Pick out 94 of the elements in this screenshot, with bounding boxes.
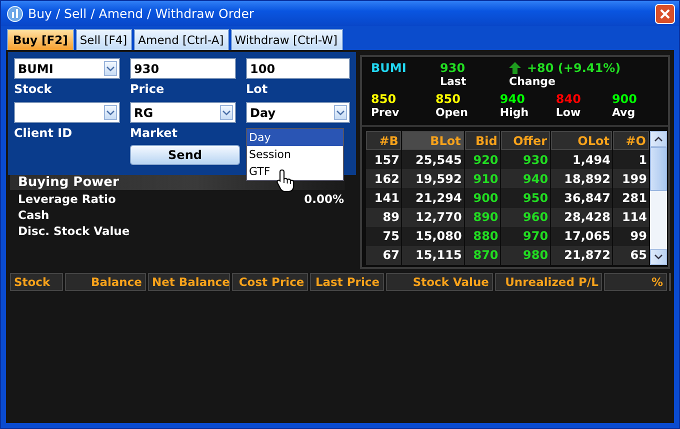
tab[interactable]: Withdraw [Ctrl-W] — [230, 29, 342, 50]
field-label: Price — [130, 82, 166, 97]
column-header: Stock — [10, 273, 63, 291]
table-cell: 880 — [464, 226, 500, 246]
scroll-down-icon[interactable] — [650, 249, 667, 265]
row-label: Disc. Stock Value — [18, 224, 130, 240]
column-header: #B — [366, 131, 402, 150]
table-cell: 281 — [613, 188, 649, 208]
dropdown-field[interactable] — [14, 102, 120, 123]
table-cell: 1,494 — [551, 150, 612, 170]
table-cell: 19,592 — [402, 169, 464, 188]
quote-label: Prev — [371, 106, 400, 119]
column-header: Balance — [64, 273, 146, 291]
table-cell: 960 — [501, 208, 550, 227]
table-cell: 199 — [613, 169, 649, 188]
stock-symbol: BUMI — [371, 61, 408, 75]
table-cell: 21,294 — [402, 188, 464, 208]
send-button[interactable]: Send — [130, 145, 240, 165]
dropdown-option[interactable]: Session — [247, 146, 343, 163]
row-label: Cash — [18, 208, 50, 224]
dropdown-field[interactable]: Day — [246, 102, 350, 123]
table-cell: 890 — [464, 208, 500, 227]
table-cell: 950 — [501, 188, 550, 208]
table-cell: 1 — [613, 150, 649, 170]
input-field[interactable]: 100 — [246, 58, 350, 79]
quote-label: Change — [509, 75, 556, 88]
table-cell: 930 — [501, 150, 550, 170]
quote-value: 850 — [371, 92, 398, 106]
field-label: Client ID — [14, 126, 74, 141]
quote-value: 930 — [440, 61, 466, 75]
table-cell: 980 — [501, 246, 550, 265]
table-cell: 12,770 — [402, 208, 464, 227]
scroll-up-icon[interactable] — [650, 131, 667, 147]
table-cell: 18,892 — [551, 169, 612, 188]
column-header: Unrealized P/L — [494, 273, 602, 291]
quote-value: +80 (+9.41%) — [527, 61, 621, 75]
column-header: % — [604, 273, 667, 291]
table-cell: 900 — [464, 188, 500, 208]
quote-label: High — [500, 106, 530, 119]
table-cell: 36,847 — [551, 188, 612, 208]
table-cell: 75 — [366, 226, 402, 246]
table-cell: 920 — [464, 150, 500, 170]
table-cell: 157 — [366, 150, 402, 170]
column-header: Stock Value — [386, 273, 493, 291]
table-cell: 114 — [613, 208, 649, 227]
field-label: Lot — [246, 82, 269, 97]
column-header: #O — [613, 131, 649, 150]
quote-value: 900 — [612, 92, 638, 106]
table-cell: 870 — [464, 246, 500, 265]
table-cell: 910 — [464, 169, 500, 188]
quote-label: Open — [435, 106, 469, 119]
table-cell: 15,115 — [402, 246, 464, 265]
quote-value: 840 — [556, 92, 582, 106]
tab[interactable]: Buy [F2] — [7, 29, 74, 50]
table-cell: 21,872 — [551, 246, 612, 265]
table-cell: 17,065 — [551, 226, 612, 246]
scroll-thumb[interactable] — [650, 147, 667, 191]
app-icon — [7, 6, 23, 22]
quote-value: 850 — [435, 92, 462, 106]
field-label: Stock — [14, 82, 53, 97]
dropdown-field[interactable]: BUMI — [14, 58, 120, 79]
column-header: BLot — [402, 131, 464, 150]
column-header: Last Price — [310, 273, 384, 291]
column-header: Offer — [501, 131, 550, 150]
table-cell: 940 — [501, 169, 550, 188]
column-header: Net Balance — [148, 273, 230, 291]
tab[interactable]: Sell [F4] — [76, 29, 132, 50]
dropdown-option[interactable]: Day — [247, 129, 343, 146]
column-header: Cost Price — [232, 273, 308, 291]
input-field[interactable]: 930 — [130, 58, 236, 79]
table-cell: 25,545 — [402, 150, 464, 170]
table-cell: 67 — [366, 246, 402, 265]
tab[interactable]: Amend [Ctrl-A] — [134, 29, 229, 50]
scrollbar[interactable] — [650, 131, 667, 265]
field-label: Market — [130, 126, 178, 141]
column-header: Bid — [464, 131, 500, 150]
table-cell: 28,428 — [551, 208, 612, 227]
row-value: 0.00% — [304, 192, 344, 208]
table-cell: 970 — [501, 226, 550, 246]
table-cell: 162 — [366, 169, 402, 188]
table-cell: 89 — [366, 208, 402, 227]
quote-value: 940 — [500, 92, 526, 106]
row-label: Leverage Ratio — [18, 192, 116, 208]
window-title: Buy / Sell / Amend / Withdraw Order — [28, 6, 256, 21]
close-icon[interactable] — [655, 4, 675, 24]
dropdown-field[interactable]: RG — [130, 102, 236, 123]
quote-label: Last — [440, 75, 468, 88]
quote-label: Low — [556, 106, 582, 119]
table-cell: 141 — [366, 188, 402, 208]
table-cell: 65 — [613, 246, 649, 265]
column-header: OLot — [551, 131, 612, 150]
table-cell: 99 — [613, 226, 649, 246]
quote-label: Avg — [612, 106, 636, 119]
table-cell: 15,080 — [402, 226, 464, 246]
